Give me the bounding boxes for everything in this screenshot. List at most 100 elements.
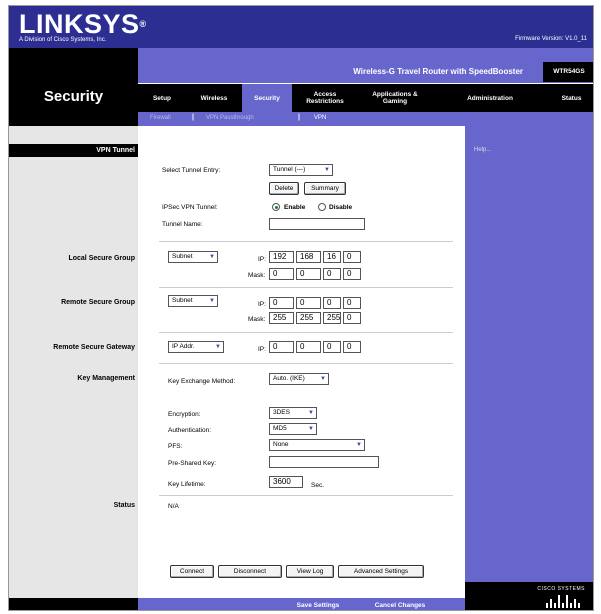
gateway-ip-octet-3[interactable]: 0 — [323, 341, 341, 353]
divider — [159, 332, 453, 333]
tunnel-status-value: N/A — [168, 503, 179, 510]
gateway-ip-octet-1[interactable]: 0 — [269, 341, 294, 353]
cancel-changes-button[interactable]: Cancel Changes — [362, 600, 438, 610]
pre-shared-key-input[interactable] — [269, 456, 379, 468]
key-exchange-value: Auto. (IKE) — [273, 375, 305, 382]
local-ip-octet-3[interactable]: 16 — [323, 251, 341, 263]
local-mask-label: Mask: — [248, 272, 266, 279]
key-lifetime-unit: Sec. — [311, 482, 325, 489]
authentication-value: MD5 — [273, 425, 287, 432]
subtab-vpn[interactable]: VPN — [314, 115, 326, 121]
tab-setup[interactable]: Setup — [138, 84, 186, 112]
dropdown-arrow-icon: ▼ — [320, 376, 326, 382]
tunnel-name-input[interactable] — [269, 218, 365, 230]
remote-ip-octet-2[interactable]: 0 — [296, 297, 321, 309]
encryption-select[interactable]: 3DES ▼ — [269, 407, 317, 419]
remote-gateway-type-select[interactable]: IP Addr. ▼ — [168, 341, 224, 353]
subtab-separator: | — [298, 114, 300, 121]
divider — [159, 287, 453, 288]
tab-security[interactable]: Security — [242, 84, 292, 112]
disconnect-button[interactable]: Disconnect — [218, 565, 282, 578]
logo-text: LINKSYS — [19, 9, 140, 39]
logo-registered-mark: ® — [139, 19, 147, 29]
remote-ip-octet-1[interactable]: 0 — [269, 297, 294, 309]
ipsec-disable-radio[interactable] — [318, 203, 326, 211]
select-tunnel-label: Select Tunnel Entry: — [162, 167, 221, 174]
tunnel-entry-value: Tunnel (---) — [273, 166, 306, 173]
remote-gateway-type-value: IP Addr. — [172, 343, 195, 350]
local-ip-octet-1[interactable]: 192 — [269, 251, 294, 263]
tab-access-restrictions[interactable]: Access Restrictions — [292, 84, 358, 112]
footer-left — [9, 598, 138, 610]
dropdown-arrow-icon: ▼ — [209, 254, 215, 260]
tab-status[interactable]: Status — [548, 84, 593, 112]
local-mask-octet-4[interactable]: 0 — [343, 268, 361, 280]
remote-mask-octet-4[interactable]: 0 — [343, 312, 361, 324]
logo-bar: LINKSYS® A Division of Cisco Systems, In… — [9, 6, 593, 48]
gateway-ip-octet-2[interactable]: 0 — [296, 341, 321, 353]
connect-button[interactable]: Connect — [170, 565, 214, 578]
section-title-box: Security — [9, 48, 138, 112]
local-group-type-value: Subnet — [172, 253, 193, 260]
local-mask-octet-2[interactable]: 0 — [296, 268, 321, 280]
dropdown-arrow-icon: ▼ — [215, 344, 221, 350]
section-label-key-management: Key Management — [77, 375, 135, 382]
pfs-label: PFS: — [168, 443, 183, 450]
remote-mask-octet-3[interactable]: 255 — [323, 312, 341, 324]
divider — [159, 241, 453, 242]
remote-ip-octet-3[interactable]: 0 — [323, 297, 341, 309]
tunnel-name-label: Tunnel Name: — [162, 221, 203, 228]
local-ip-octet-2[interactable]: 168 — [296, 251, 321, 263]
remote-ip-label: IP: — [258, 301, 266, 308]
dropdown-arrow-icon: ▼ — [356, 442, 362, 448]
summary-button[interactable]: Summary — [304, 182, 346, 195]
subtab-bar: Firewall | VPN Passthrough | VPN — [138, 112, 593, 126]
encryption-label: Encryption: — [168, 411, 201, 418]
router-config-page: LINKSYS® A Division of Cisco Systems, In… — [8, 5, 594, 611]
help-link[interactable]: Help... — [474, 147, 491, 153]
ipsec-enable-radio[interactable] — [272, 203, 280, 211]
ipsec-enable-label: Enable — [284, 204, 306, 211]
section-label-remote-secure-group: Remote Secure Group — [61, 299, 135, 306]
view-log-button[interactable]: View Log — [286, 565, 334, 578]
remote-mask-octet-1[interactable]: 255 — [269, 312, 294, 324]
delete-button[interactable]: Delete — [269, 182, 299, 195]
remote-group-type-select[interactable]: Subnet ▼ — [168, 295, 218, 307]
product-name: Wireless-G Travel Router with SpeedBoost… — [353, 67, 523, 76]
product-bar: Wireless-G Travel Router with SpeedBoost… — [138, 48, 593, 84]
section-label-vpn-tunnel: VPN Tunnel — [96, 147, 135, 154]
pfs-value: None — [273, 441, 289, 448]
tab-applications-gaming[interactable]: Applications & Gaming — [358, 84, 432, 112]
remote-mask-octet-2[interactable]: 255 — [296, 312, 321, 324]
section-label-local-secure-group: Local Secure Group — [68, 255, 135, 262]
section-label-remote-secure-gateway: Remote Secure Gateway — [53, 344, 135, 351]
gateway-ip-octet-4[interactable]: 0 — [343, 341, 361, 353]
pfs-select[interactable]: None ▼ — [269, 439, 365, 451]
save-settings-button[interactable]: Save Settings — [284, 600, 352, 610]
subtab-separator: | — [192, 114, 194, 121]
dropdown-arrow-icon: ▼ — [324, 167, 330, 173]
left-top-strip — [9, 112, 138, 126]
local-group-type-select[interactable]: Subnet ▼ — [168, 251, 218, 263]
cisco-logo-box: CISCO SYSTEMS — [465, 582, 593, 610]
tunnel-entry-select[interactable]: Tunnel (---) ▼ — [269, 164, 333, 176]
local-mask-octet-3[interactable]: 0 — [323, 268, 341, 280]
subtab-firewall[interactable]: Firewall — [150, 115, 171, 121]
advanced-settings-button[interactable]: Advanced Settings — [338, 565, 424, 578]
remote-ip-octet-4[interactable]: 0 — [343, 297, 361, 309]
tab-wireless[interactable]: Wireless — [186, 84, 242, 112]
cisco-logo-text: CISCO SYSTEMS — [537, 586, 585, 592]
logo-subtitle: A Division of Cisco Systems, Inc. — [19, 37, 107, 43]
key-lifetime-input[interactable]: 3600 — [269, 476, 303, 488]
subtab-vpn-passthrough[interactable]: VPN Passthrough — [206, 115, 254, 121]
local-ip-octet-4[interactable]: 0 — [343, 251, 361, 263]
authentication-label: Authentication: — [168, 427, 212, 434]
authentication-select[interactable]: MD5 ▼ — [269, 423, 317, 435]
ipsec-disable-label: Disable — [329, 204, 353, 211]
remote-mask-label: Mask: — [248, 316, 266, 323]
left-label-column — [9, 126, 138, 610]
key-exchange-select[interactable]: Auto. (IKE) ▼ — [269, 373, 329, 385]
page-title: Security — [43, 88, 104, 105]
tab-administration[interactable]: Administration — [432, 84, 548, 112]
local-mask-octet-1[interactable]: 0 — [269, 268, 294, 280]
